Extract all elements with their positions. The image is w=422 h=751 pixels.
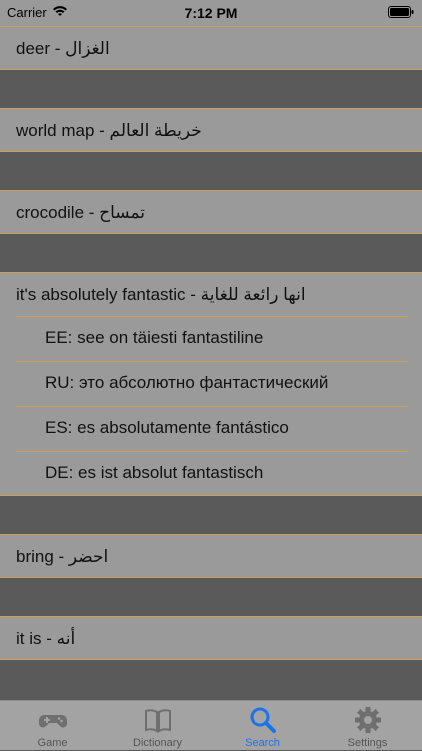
divider: [16, 451, 408, 452]
book-icon: [144, 709, 171, 733]
gamepad-icon: [38, 715, 67, 728]
list-item-text: deer - الغزال: [16, 39, 110, 58]
section-gap: [0, 152, 422, 190]
translation-ru[interactable]: RU: это абсолютно фантастический: [0, 361, 422, 406]
list-item-text: world map - خريطة العالم: [16, 121, 202, 140]
section-gap: [0, 578, 422, 616]
divider: [16, 361, 408, 362]
list-item-crocodile[interactable]: crocodile - تمساح: [0, 190, 422, 234]
translation-text: ES: es absolutamente fantástico: [45, 418, 289, 437]
tab-game[interactable]: Game: [0, 701, 105, 751]
tab-label: Dictionary: [133, 737, 182, 749]
list-item-fantastic[interactable]: it's absolutely fantastic - انها رائعة ل…: [0, 272, 422, 316]
tab-search[interactable]: Search: [210, 701, 315, 751]
tab-label: Game: [37, 737, 68, 749]
tab-bar: Game Dictionary Search Settings: [0, 700, 422, 750]
gear-icon: [354, 707, 381, 733]
battery-icon: [388, 6, 414, 18]
translation-de[interactable]: DE: es ist absolut fantastisch: [0, 451, 422, 496]
divider: [16, 406, 408, 407]
list-item-it-is[interactable]: it is - أنه: [0, 616, 422, 660]
list-item-text: bring - احضر: [16, 547, 109, 566]
list-item-deer[interactable]: deer - الغزال: [0, 26, 422, 70]
divider: [16, 316, 408, 317]
translation-text: RU: это абсолютно фантастический: [45, 373, 329, 392]
search-icon: [250, 707, 276, 733]
list-item-text: it is - أنه: [16, 629, 76, 648]
section-gap: [0, 660, 422, 698]
tab-label: Search: [245, 737, 280, 749]
translation-text: DE: es ist absolut fantastisch: [45, 463, 264, 482]
section-gap: [0, 496, 422, 534]
tab-settings[interactable]: Settings: [315, 701, 420, 751]
list-item-text: crocodile - تمساح: [16, 203, 146, 222]
section-gap: [0, 70, 422, 108]
translation-text: EE: see on täiesti fantastiline: [45, 328, 264, 347]
translation-ee[interactable]: EE: see on täiesti fantastiline: [0, 316, 422, 361]
list-item-text: it's absolutely fantastic - انها رائعة ل…: [16, 285, 306, 304]
translation-es[interactable]: ES: es absolutamente fantástico: [0, 406, 422, 451]
list-item-bring[interactable]: bring - احضر: [0, 534, 422, 578]
clock: 7:12 PM: [184, 5, 238, 21]
status-bar: Carrier 7:12 PM: [0, 0, 422, 26]
list-item-world-map[interactable]: world map - خريطة العالم: [0, 108, 422, 152]
section-gap: [0, 234, 422, 272]
tab-label: Settings: [347, 737, 388, 749]
tab-dictionary[interactable]: Dictionary: [105, 701, 210, 751]
search-results-list: deer - الغزال world map - خريطة العالم c…: [0, 26, 422, 698]
